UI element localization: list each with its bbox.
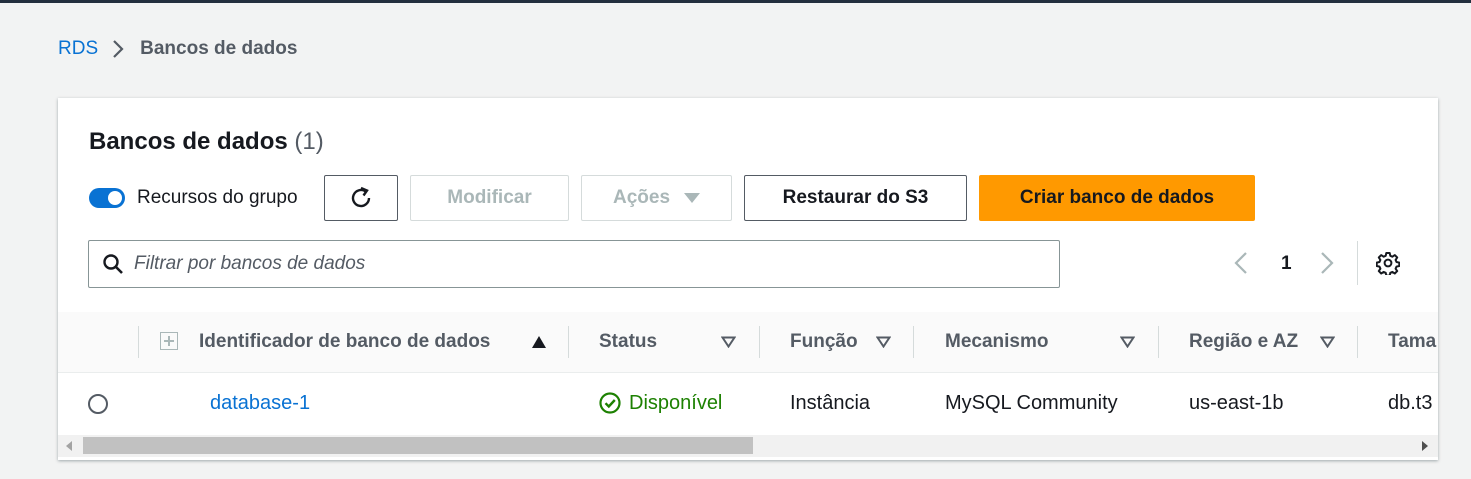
cell-role: Instância (790, 373, 870, 433)
table-row: database-1 Disponível Instância MySQL Co… (58, 373, 1438, 433)
page-title: Bancos de dados (1) (89, 128, 324, 156)
scrollbar-thumb[interactable] (83, 437, 753, 454)
sort-caret-icon[interactable] (721, 312, 736, 372)
row-select-radio[interactable] (88, 394, 108, 414)
top-navigation-bar (0, 0, 1471, 3)
search-icon (102, 253, 124, 275)
column-identifier-label: Identificador de banco de dados (199, 331, 491, 352)
column-header-identifier[interactable]: Identificador de banco de dados (199, 312, 490, 372)
restore-button-label: Restaurar do S3 (782, 187, 929, 208)
table-header: Identificador de banco de dados Status F… (58, 312, 1438, 373)
column-divider (913, 326, 914, 358)
size-text: db.t3 (1388, 391, 1433, 414)
sort-caret-icon[interactable] (876, 312, 891, 372)
group-resources-toggle[interactable] (89, 188, 125, 208)
scroll-right-arrow-icon[interactable] (1422, 441, 1428, 451)
role-text: Instância (790, 391, 871, 414)
panel-title-text: Bancos de dados (89, 128, 288, 155)
column-divider (759, 326, 760, 358)
sort-ascending-icon[interactable] (531, 312, 547, 372)
column-region-az-label: Região e AZ (1189, 331, 1299, 352)
sort-caret-icon[interactable] (1320, 312, 1335, 372)
cell-identifier: database-1 (210, 373, 310, 433)
horizontal-scrollbar[interactable] (58, 435, 1438, 457)
column-header-region-az[interactable]: Região e AZ (1189, 312, 1298, 372)
column-divider (568, 326, 569, 358)
databases-panel: Bancos de dados (1) Recursos do grupo Mo… (58, 98, 1438, 460)
create-database-button[interactable]: Criar banco de dados (979, 175, 1255, 221)
column-engine-label: Mecanismo (945, 331, 1049, 352)
column-header-status[interactable]: Status (599, 312, 657, 372)
column-divider (1158, 326, 1159, 358)
status-available-icon (599, 392, 621, 414)
refresh-button[interactable] (324, 175, 398, 221)
actions-dropdown[interactable]: Ações (581, 175, 732, 221)
cell-size: db.t3 (1388, 373, 1432, 433)
region-az-text: us-east-1b (1189, 391, 1284, 414)
chevron-right-icon (112, 39, 124, 59)
search-input[interactable] (134, 253, 1034, 275)
create-button-label: Criar banco de dados (1019, 187, 1215, 208)
next-page-icon[interactable] (1320, 251, 1334, 280)
column-divider (138, 326, 139, 358)
column-header-engine[interactable]: Mecanismo (945, 312, 1048, 372)
breadcrumb-current: Bancos de dados (140, 38, 298, 59)
settings-gear-icon[interactable] (1375, 251, 1401, 280)
scroll-left-arrow-icon[interactable] (66, 441, 72, 451)
column-role-label: Função (790, 331, 858, 352)
actions-dropdown-label: Ações (612, 187, 671, 208)
cell-status: Disponível (599, 373, 722, 433)
search-field (88, 240, 1060, 288)
modify-button[interactable]: Modificar (410, 175, 569, 221)
column-status-label: Status (599, 331, 658, 352)
breadcrumb-rds-link[interactable]: RDS (58, 38, 98, 60)
refresh-icon (351, 186, 371, 208)
caret-down-icon (684, 193, 701, 203)
cell-engine: MySQL Community (945, 373, 1118, 433)
engine-text: MySQL Community (945, 391, 1118, 414)
column-size-label: Tama (1388, 331, 1437, 352)
group-resources-label: Recursos do grupo (137, 187, 298, 208)
pager-divider (1357, 241, 1358, 285)
cell-region-az: us-east-1b (1189, 373, 1284, 433)
status-text: Disponível (629, 391, 723, 414)
previous-page-icon[interactable] (1234, 251, 1248, 280)
column-header-size[interactable]: Tama (1388, 312, 1436, 372)
breadcrumb: RDS Bancos de dados (58, 38, 297, 60)
database-count: (1) (294, 128, 324, 155)
modify-button-label: Modificar (447, 187, 532, 208)
restore-from-s3-button[interactable]: Restaurar do S3 (744, 175, 967, 221)
column-header-role[interactable]: Função (790, 312, 858, 372)
expand-all-icon[interactable] (160, 332, 178, 350)
current-page-number[interactable]: 1 (1281, 253, 1292, 275)
database-identifier-link[interactable]: database-1 (210, 392, 310, 415)
sort-caret-icon[interactable] (1120, 312, 1135, 372)
column-divider (1357, 326, 1358, 358)
group-resources-toggle-wrapper: Recursos do grupo (89, 187, 298, 209)
